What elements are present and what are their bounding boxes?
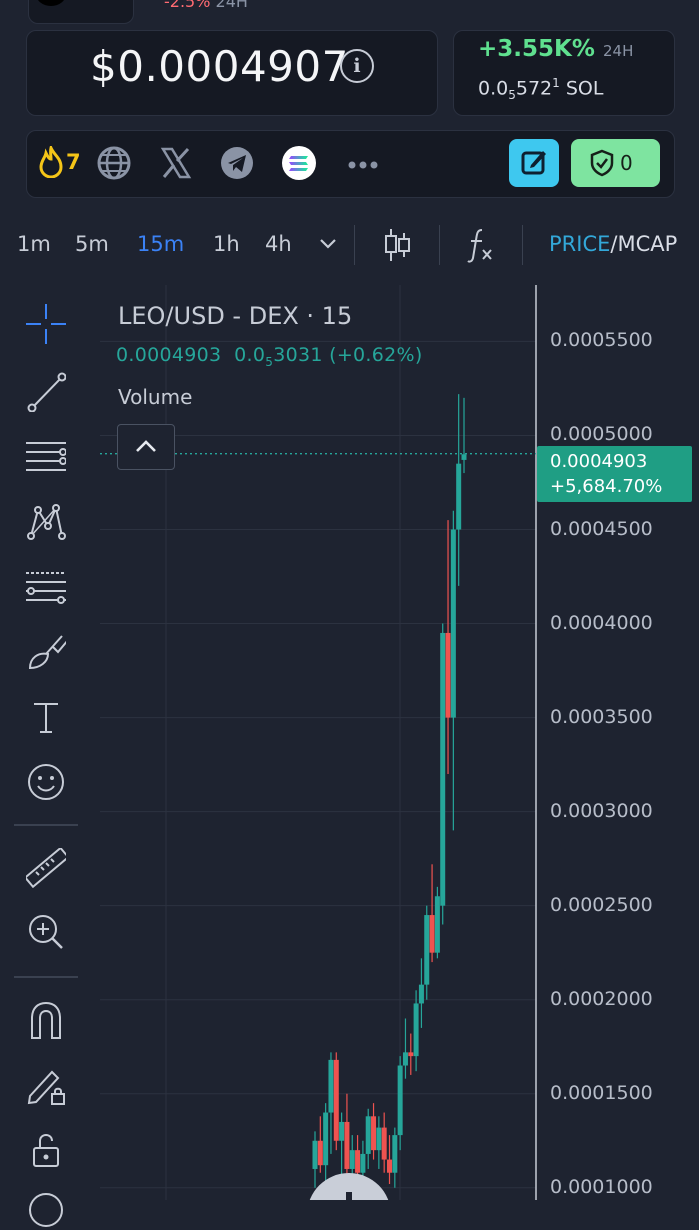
candle-body [381,1127,387,1160]
toolbar-divider [522,225,523,265]
fib-icon[interactable] [26,568,66,608]
fire-count: 7 [66,150,81,174]
plus-icon [346,1192,352,1200]
candles [312,394,467,1188]
sol-price: 0.055721 SOL [478,76,604,103]
candle-body [434,896,440,953]
y-tick-label: 0.0004500 [550,517,653,540]
toolbar-separator [14,976,78,978]
function-icon[interactable] [466,226,496,264]
info-icon[interactable]: i [340,49,374,83]
edit-button[interactable] [509,139,559,187]
candle-body [450,529,456,718]
solana-icon[interactable] [281,145,317,181]
edit-icon [521,151,546,175]
candle-body [461,454,467,460]
candle-body [445,632,451,718]
chart-grid [100,285,536,1200]
candle-body [456,463,462,530]
toolbar-divider [439,225,440,265]
candle-body [339,1121,345,1141]
candle-body [376,1127,382,1151]
candle-body [387,1159,392,1173]
candle-body [317,1140,323,1166]
candle-body [424,915,430,985]
last-price-value: 0.0004903 [550,451,648,472]
shield-check-icon [590,149,614,177]
shield-button[interactable] [571,139,660,187]
price-chart[interactable] [0,285,699,1200]
horizontal-lines-icon[interactable] [26,438,66,478]
change-24h: +3.55K% [478,36,595,62]
chart-title: LEO/USD - DEX · 15 [118,302,353,330]
candle-body [323,1112,329,1166]
crosshair-icon[interactable] [26,304,66,344]
tf-1m[interactable]: 1m [17,232,51,256]
candle-body [429,915,435,953]
y-tick-label: 0.0001000 [550,1175,653,1198]
candle-body [408,1052,414,1057]
lock-pencil-icon[interactable] [26,1066,66,1106]
text-icon[interactable] [26,698,66,738]
candle-body [328,1059,334,1113]
token-price: $0.0004907 [90,42,349,91]
change-period: 24H [603,42,634,60]
emoji-icon[interactable] [26,762,66,802]
telegram-icon[interactable] [219,145,255,181]
collapse-legend-button[interactable] [117,424,175,470]
candle-body [371,1116,377,1151]
candle-body [355,1150,361,1173]
toolbar-divider [354,225,355,265]
candle-body [402,1052,408,1066]
candle-body [333,1059,339,1141]
candle-body [312,1140,318,1169]
candle-body [413,1003,419,1057]
candle-body [440,632,446,906]
tf-5m[interactable]: 5m [75,232,109,256]
pattern-icon[interactable] [26,502,66,542]
candle-body [418,984,424,1004]
unlock-icon[interactable] [26,1130,66,1170]
fire-icon [39,146,63,178]
tf-4h[interactable]: 4h [265,232,292,256]
candle-body [360,1153,366,1173]
volume-label: Volume [118,385,193,409]
y-tick-label: 0.0002500 [550,893,653,916]
candle-body [365,1116,371,1154]
more-icon[interactable] [345,145,381,181]
y-tick-label: 0.0003000 [550,799,653,822]
toolbar-separator [14,824,78,826]
top-change-period: 24H [215,0,248,11]
candles-icon[interactable] [382,227,412,263]
tf-15m[interactable]: 15m [137,232,184,256]
globe-icon[interactable] [96,145,132,181]
top-change: -2.5% 24H [164,0,248,11]
y-tick-label: 0.0003500 [550,705,653,728]
y-tick-label: 0.0001500 [550,1081,653,1104]
x-icon[interactable] [158,145,194,181]
chevron-down-icon[interactable] [318,236,338,250]
zoom-in-icon[interactable] [26,912,66,952]
price-mcap-toggle[interactable]: PRICE/MCAP [549,232,677,256]
last-price-change: +5,684.70% [550,476,663,497]
eye-icon[interactable] [26,1190,66,1230]
shield-count: 0 [620,151,633,175]
ohlc-readout: 0.0004903 0.053031 (+0.62%) [116,344,423,369]
magnet-icon[interactable] [26,1000,66,1040]
candle-body [349,1150,355,1169]
y-tick-label: 0.0004000 [550,611,653,634]
brush-icon[interactable] [26,632,66,672]
ruler-icon[interactable] [26,848,66,888]
trend-line-icon[interactable] [26,372,66,412]
tf-1h[interactable]: 1h [213,232,240,256]
candle-body [397,1065,403,1136]
y-tick-label: 0.0002000 [550,987,653,1010]
chevron-up-icon [136,440,156,452]
candle-body [344,1121,350,1169]
y-tick-label: 0.0005000 [550,423,653,446]
candle-body [392,1135,398,1173]
y-tick-label: 0.0005500 [550,329,653,352]
